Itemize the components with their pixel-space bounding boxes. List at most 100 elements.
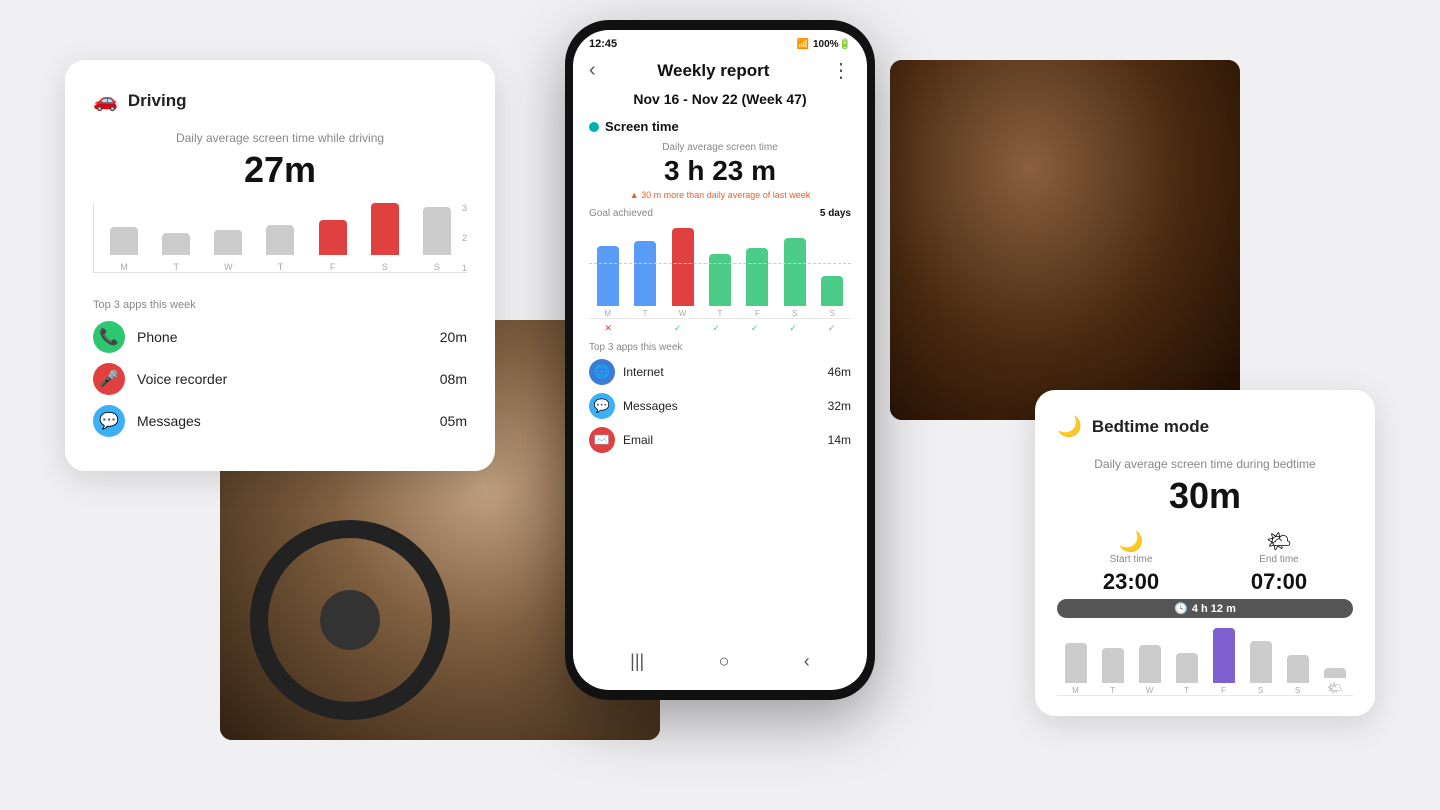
- phone-app-name: Email: [623, 433, 828, 447]
- driving-card-title: Driving: [128, 91, 187, 111]
- phone-stat-value: 3 h 23 m: [589, 155, 851, 187]
- phone-goal-value: 5 days: [820, 208, 851, 219]
- bedtime-bar-col: 🌤: [1324, 668, 1346, 695]
- phone-stat-sub: ▲ 30 m more than daily average of last w…: [589, 190, 851, 200]
- phone-app-icon: 🌐: [589, 359, 615, 385]
- app-time: 20m: [440, 329, 467, 345]
- phone-app-icon: 💬: [589, 393, 615, 419]
- phone-mockup: 12:45 📶 100%🔋 ‹ Weekly report ⋮ Nov 16 -…: [565, 20, 875, 700]
- driving-stat-label: Daily average screen time while driving: [93, 131, 467, 145]
- driving-chart-bars: MTWTFSS: [93, 203, 467, 273]
- driving-app-row: 📞 Phone 20m: [93, 321, 467, 353]
- driving-bar-col: F: [319, 220, 347, 272]
- driving-app-row: 🎤 Voice recorder 08m: [93, 363, 467, 395]
- bedtime-start-time: 23:00: [1103, 569, 1159, 595]
- bedtime-card-header: 🌙 Bedtime mode: [1057, 414, 1353, 439]
- phone-app-row: ✉️ Email 14m: [589, 427, 851, 453]
- moon-icon: 🌙: [1103, 529, 1159, 554]
- bedtime-bar-col: T: [1102, 648, 1124, 695]
- driving-bar-chart: 321 MTWTFSS: [93, 203, 467, 283]
- phone-goal-label: Goal achieved: [589, 208, 653, 219]
- driving-chart-axis: 321: [462, 203, 467, 273]
- screen-time-title: Screen time: [605, 119, 679, 134]
- phone-back-icon[interactable]: ‹: [589, 59, 596, 82]
- steering-wheel: [250, 520, 450, 720]
- phone-app-time: 14m: [828, 433, 851, 447]
- app-icon: 🎤: [93, 363, 125, 395]
- driving-icon: 🚗: [93, 88, 118, 113]
- app-icon: 💬: [93, 405, 125, 437]
- bedtime-bar-col: S: [1287, 655, 1309, 695]
- phone-goal-row: Goal achieved 5 days: [589, 208, 851, 219]
- app-name: Phone: [137, 329, 440, 345]
- phone-app-name: Internet: [623, 365, 828, 379]
- bedtime-card: 🌙 Bedtime mode Daily average screen time…: [1035, 390, 1375, 716]
- phone-time: 12:45: [589, 38, 617, 50]
- phone-bar-day-icon: ✓: [828, 323, 836, 334]
- bedtime-start-col: 🌙 Start time 23:00: [1103, 529, 1159, 595]
- driving-bar-col: T: [162, 233, 190, 272]
- driving-app-row: 💬 Messages 05m: [93, 405, 467, 437]
- phone-section-header: Screen time: [589, 119, 851, 134]
- phone-bar-day-icon: ✕: [604, 323, 612, 334]
- phone-app-name: Messages: [623, 399, 828, 413]
- driving-bar-col: W: [214, 230, 242, 272]
- phone-status-icons: 📶 100%🔋: [797, 38, 851, 50]
- phone-app-time: 46m: [828, 365, 851, 379]
- sun-icon: 🌤: [1251, 529, 1307, 554]
- phone-bar-col: T: [634, 241, 656, 318]
- app-time: 05m: [440, 413, 467, 429]
- phone-nav-back[interactable]: ‹: [804, 651, 810, 672]
- phone-bar-col: S: [784, 238, 806, 318]
- phone-nav-bar: ||| ○ ‹: [573, 645, 867, 678]
- phone-nav-recents[interactable]: |||: [630, 651, 644, 672]
- clock-icon: 🕓: [1174, 602, 1188, 615]
- driving-top3-label: Top 3 apps this week: [93, 299, 467, 311]
- phone-nav-home[interactable]: ○: [719, 651, 730, 672]
- bedtime-card-title: Bedtime mode: [1092, 417, 1209, 437]
- phone-screen: 12:45 📶 100%🔋 ‹ Weekly report ⋮ Nov 16 -…: [573, 30, 867, 690]
- bg-sleeping-photo: [890, 60, 1240, 420]
- phone-bar-day-icon: ✓: [712, 323, 720, 334]
- app-name: Messages: [137, 413, 440, 429]
- bedtime-bar-col: T: [1176, 653, 1198, 695]
- battery-icon: 100%🔋: [813, 39, 851, 50]
- driving-stat-value: 27m: [93, 149, 467, 191]
- driving-card-header: 🚗 Driving: [93, 88, 467, 113]
- bedtime-end-col: 🌤 End time 07:00: [1251, 529, 1307, 595]
- phone-chart-dashed-line: [589, 263, 851, 264]
- phone-bar-icons: ✕✓✓✓✓✓: [589, 323, 851, 334]
- phone-top3-label: Top 3 apps this week: [589, 342, 851, 353]
- driving-bar-col: M: [110, 227, 138, 272]
- phone-more-icon[interactable]: ⋮: [831, 58, 851, 83]
- bedtime-bar-col: S: [1250, 641, 1272, 695]
- phone-app-icon: ✉️: [589, 427, 615, 453]
- bedtime-stat-label: Daily average screen time during bedtime: [1057, 457, 1353, 471]
- app-time: 08m: [440, 371, 467, 387]
- driving-bar-col: T: [266, 225, 294, 272]
- bedtime-duration-badge: 🕓 4 h 12 m: [1057, 599, 1353, 618]
- phone-content: ‹ Weekly report ⋮ Nov 16 - Nov 22 (Week …: [573, 54, 867, 624]
- bedtime-times: 🌙 Start time 23:00 🌤 End time 07:00: [1057, 529, 1353, 595]
- phone-apps-list: 🌐 Internet 46m 💬 Messages 32m ✉️ Email 1…: [589, 359, 851, 453]
- driving-bar-col: S: [371, 203, 399, 272]
- app-icon: 📞: [93, 321, 125, 353]
- driving-card: 🚗 Driving Daily average screen time whil…: [65, 60, 495, 471]
- bedtime-start-label: Start time: [1103, 554, 1159, 565]
- bedtime-end-time: 07:00: [1251, 569, 1307, 595]
- bedtime-end-label: End time: [1251, 554, 1307, 565]
- wifi-icon: 📶: [797, 39, 809, 50]
- bedtime-duration-text: 4 h 12 m: [1192, 603, 1236, 615]
- bedtime-bar-col: W: [1139, 645, 1161, 695]
- bedtime-bar-col: M: [1065, 643, 1087, 695]
- driving-apps-list: 📞 Phone 20m 🎤 Voice recorder 08m 💬 Messa…: [93, 321, 467, 437]
- bedtime-stat-value: 30m: [1057, 475, 1353, 517]
- phone-bar-day-icon: ✓: [674, 323, 682, 334]
- bedtime-icon: 🌙: [1057, 414, 1082, 439]
- driving-bar-col: S: [423, 207, 451, 272]
- phone-bar-col: S: [821, 276, 843, 318]
- phone-bar-col: W: [672, 228, 694, 318]
- screen-time-dot: [589, 122, 599, 132]
- phone-app-time: 32m: [828, 399, 851, 413]
- driving-top3: Top 3 apps this week 📞 Phone 20m 🎤 Voice…: [93, 299, 467, 437]
